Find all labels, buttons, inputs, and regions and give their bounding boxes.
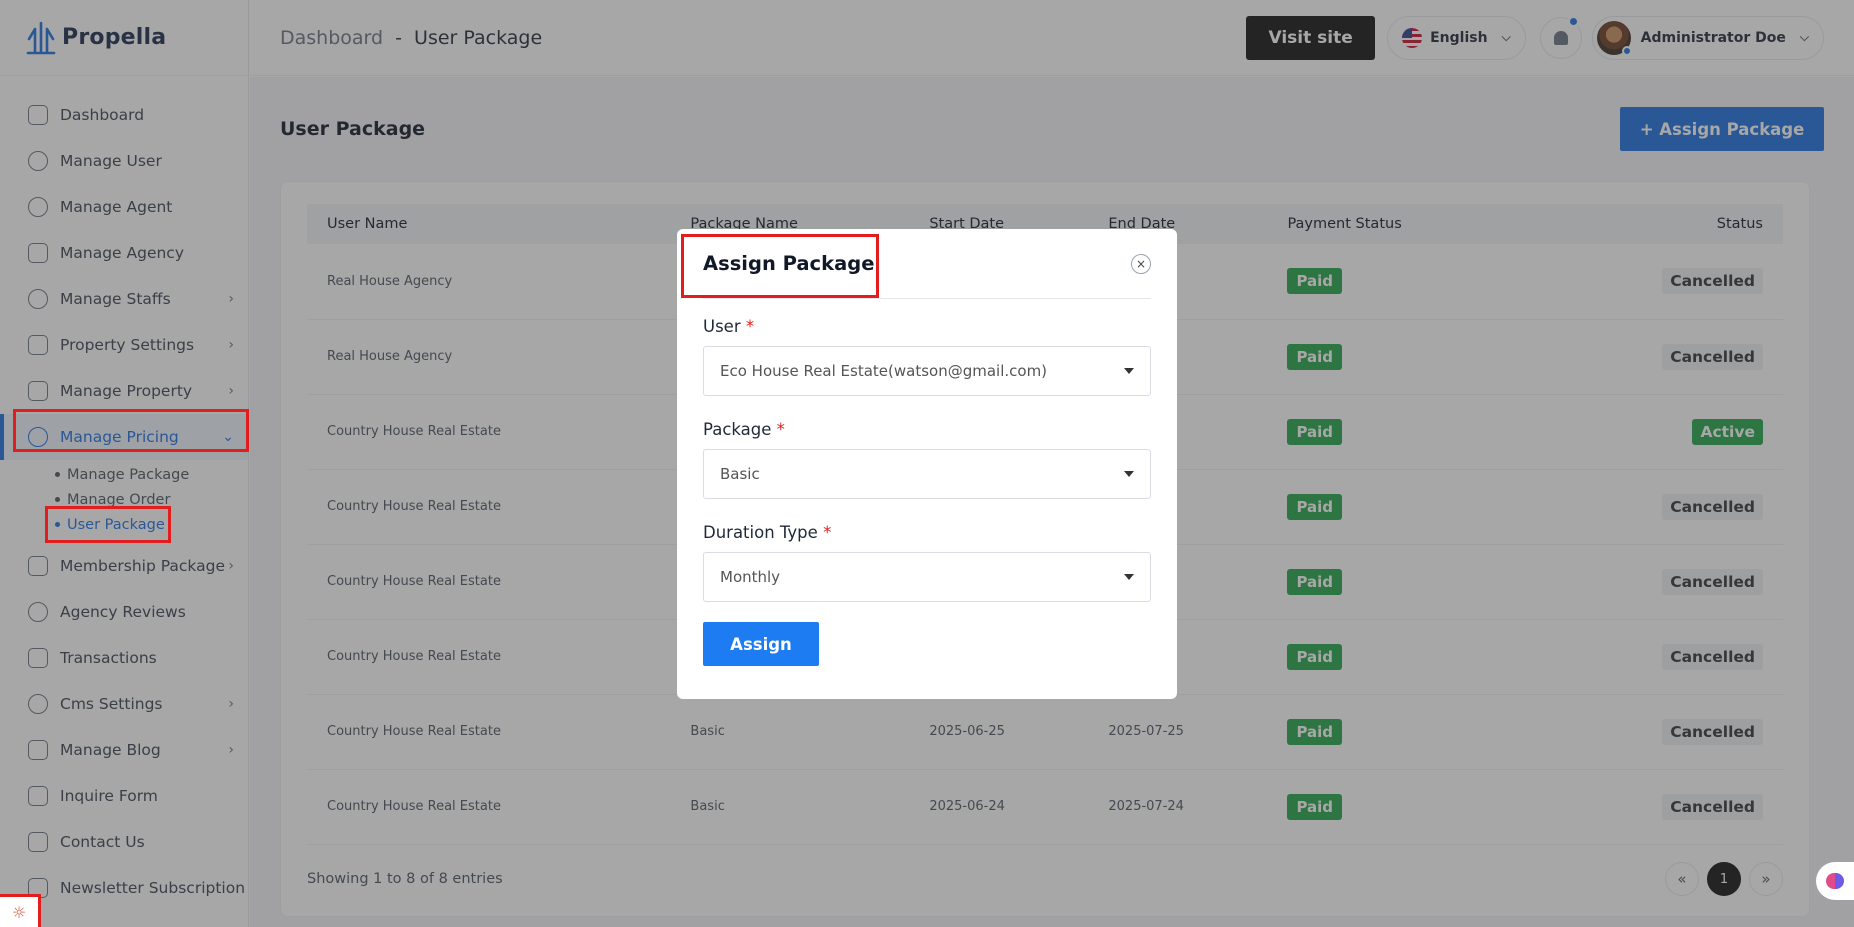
assign-package-modal: Assign Package × User * Eco House Real E… bbox=[677, 229, 1177, 699]
debugbar-icon[interactable]: ☼ bbox=[0, 894, 41, 927]
caret-down-icon bbox=[1124, 471, 1134, 477]
package-select-value: Basic bbox=[720, 465, 760, 483]
caret-down-icon bbox=[1124, 368, 1134, 374]
duration-type-select[interactable]: Monthly bbox=[703, 552, 1151, 602]
duration-field-label: Duration Type * bbox=[703, 523, 832, 542]
package-select[interactable]: Basic bbox=[703, 449, 1151, 499]
caret-down-icon bbox=[1124, 574, 1134, 580]
user-field-label: User * bbox=[703, 317, 755, 336]
package-field-label: Package * bbox=[703, 420, 785, 439]
user-select[interactable]: Eco House Real Estate(watson@gmail.com) bbox=[703, 346, 1151, 396]
highlight-manage-pricing bbox=[13, 409, 249, 452]
close-icon[interactable]: × bbox=[1131, 253, 1151, 274]
floating-widget[interactable] bbox=[1816, 862, 1854, 900]
user-select-value: Eco House Real Estate(watson@gmail.com) bbox=[720, 362, 1048, 380]
highlight-modal-title bbox=[681, 234, 879, 298]
assign-submit-button[interactable]: Assign bbox=[703, 622, 819, 666]
duration-select-value: Monthly bbox=[720, 568, 781, 586]
brain-icon bbox=[1826, 873, 1844, 889]
highlight-user-package bbox=[45, 506, 171, 543]
